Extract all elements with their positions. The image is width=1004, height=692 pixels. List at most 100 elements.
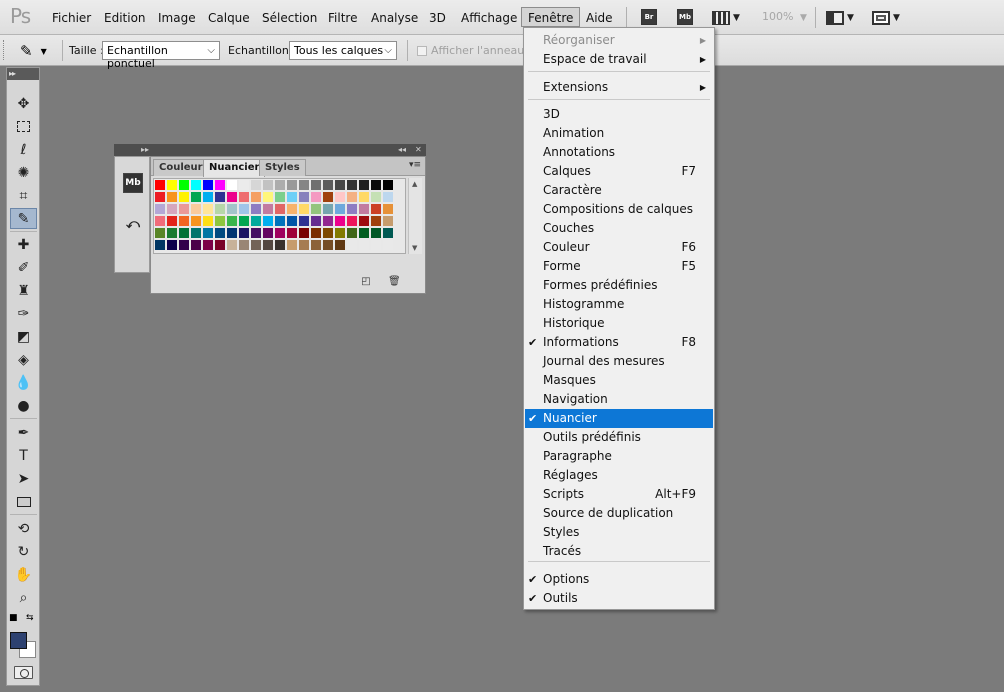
menu-item-reglages[interactable]: Réglages xyxy=(525,466,713,485)
color-swatch[interactable] xyxy=(287,216,298,227)
spot-healing-tool-icon[interactable]: ✚ xyxy=(10,234,37,255)
tool-preset-picker[interactable]: ✎ ▼ xyxy=(20,41,60,61)
color-swatch[interactable] xyxy=(275,240,286,251)
type-tool-icon[interactable]: T xyxy=(10,445,37,466)
color-swatch[interactable] xyxy=(191,180,202,191)
color-swatch[interactable] xyxy=(275,180,286,191)
move-tool-icon[interactable]: ✥ xyxy=(10,93,37,114)
color-swatch[interactable] xyxy=(155,192,166,203)
color-swatch[interactable] xyxy=(275,204,286,215)
color-swatch[interactable] xyxy=(311,240,322,251)
color-swatch[interactable] xyxy=(227,180,238,191)
menu-item-masques[interactable]: Masques xyxy=(525,371,713,390)
color-swatch[interactable] xyxy=(287,240,298,251)
menu-calque[interactable]: Calque xyxy=(202,8,256,28)
tab-couleur[interactable]: Couleur xyxy=(153,159,209,176)
menu-image[interactable]: Image xyxy=(152,8,202,28)
menu-item-calques[interactable]: Calques F7 xyxy=(525,162,713,181)
color-swatch[interactable] xyxy=(359,240,370,251)
color-swatch[interactable] xyxy=(323,240,334,251)
bridge-icon[interactable]: Br xyxy=(641,9,657,25)
color-swatch[interactable] xyxy=(191,204,202,215)
swatches-scrollbar[interactable]: ▲ ▼ xyxy=(408,178,422,254)
color-swatch[interactable] xyxy=(347,216,358,227)
brush-tool-icon[interactable]: ✐ xyxy=(10,257,37,278)
history-panel-icon[interactable]: ⤺ xyxy=(123,214,143,234)
color-swatch[interactable] xyxy=(155,216,166,227)
close-panel-icon[interactable]: ✕ xyxy=(415,144,422,156)
paint-bucket-tool-icon[interactable]: ◈ xyxy=(10,349,37,370)
color-swatch[interactable] xyxy=(155,204,166,215)
blur-tool-icon[interactable]: 💧 xyxy=(10,372,37,393)
color-swatch[interactable] xyxy=(347,192,358,203)
color-swatch[interactable] xyxy=(371,216,382,227)
color-swatch[interactable] xyxy=(251,240,262,251)
color-swatch[interactable] xyxy=(371,240,382,251)
menu-item-navigation[interactable]: Navigation xyxy=(525,390,713,409)
menu-item-paragraphe[interactable]: Paragraphe xyxy=(525,447,713,466)
clone-stamp-tool-icon[interactable]: ♜ xyxy=(10,280,37,301)
menu-selection[interactable]: Sélection xyxy=(256,8,323,28)
color-swatch[interactable] xyxy=(323,192,334,203)
color-swatch[interactable] xyxy=(323,204,334,215)
dodge-tool-icon[interactable]: ● xyxy=(10,395,37,416)
rectangle-tool-icon[interactable] xyxy=(10,491,37,512)
color-swatch[interactable] xyxy=(155,180,166,191)
menu-3d[interactable]: 3D xyxy=(423,8,452,28)
color-swatch[interactable] xyxy=(263,204,274,215)
color-swatch[interactable] xyxy=(323,228,334,239)
color-swatch[interactable] xyxy=(359,192,370,203)
tab-styles[interactable]: Styles xyxy=(259,159,306,176)
sample-select[interactable]: Tous les calques ⌵ xyxy=(289,41,397,60)
color-swatch[interactable] xyxy=(179,204,190,215)
color-swatch[interactable] xyxy=(191,240,202,251)
color-swatch[interactable] xyxy=(371,228,382,239)
panel-menu-icon[interactable]: ▾≡ xyxy=(409,160,421,170)
new-swatch-icon[interactable]: ◰ xyxy=(360,276,372,288)
menu-item-nuancier[interactable]: ✔ Nuancier xyxy=(525,409,713,428)
color-swatch[interactable] xyxy=(359,204,370,215)
color-swatch[interactable] xyxy=(227,192,238,203)
color-swatch[interactable] xyxy=(239,228,250,239)
menu-item-scripts[interactable]: Scripts Alt+F9 xyxy=(525,485,713,504)
color-swatch[interactable] xyxy=(275,192,286,203)
eyedropper-tool-icon[interactable]: ✎ xyxy=(10,208,37,229)
expand-panels-icon[interactable]: ▸▸ xyxy=(141,144,149,156)
menu-item-annotations[interactable]: Annotations xyxy=(525,143,713,162)
color-swatch[interactable] xyxy=(335,228,346,239)
color-swatch[interactable] xyxy=(203,216,214,227)
menu-item-couches[interactable]: Couches xyxy=(525,219,713,238)
color-swatch[interactable] xyxy=(179,180,190,191)
menu-item-couleur[interactable]: Couleur F6 xyxy=(525,238,713,257)
swap-colors-icon[interactable]: ⇆ xyxy=(26,613,34,623)
color-swatch[interactable] xyxy=(263,240,274,251)
menu-item-caractere[interactable]: Caractère xyxy=(525,181,713,200)
quick-selection-tool-icon[interactable]: ✺ xyxy=(10,162,37,183)
color-swatch[interactable] xyxy=(347,228,358,239)
color-swatch[interactable] xyxy=(383,228,394,239)
color-swatch[interactable] xyxy=(323,180,334,191)
color-swatch[interactable] xyxy=(263,192,274,203)
color-swatch[interactable] xyxy=(203,240,214,251)
color-swatch[interactable] xyxy=(239,192,250,203)
tab-nuancier[interactable]: Nuancier xyxy=(203,159,266,177)
panel-dock-titlebar[interactable]: ▸▸ ◂◂ ✕ xyxy=(114,144,426,156)
menu-filtre[interactable]: Filtre xyxy=(322,8,363,28)
color-swatch[interactable] xyxy=(383,216,394,227)
color-swatch[interactable] xyxy=(335,216,346,227)
color-swatch[interactable] xyxy=(239,216,250,227)
color-swatch[interactable] xyxy=(359,228,370,239)
menu-item-styles[interactable]: Styles xyxy=(525,523,713,542)
color-swatch[interactable] xyxy=(299,180,310,191)
hand-tool-icon[interactable]: ✋ xyxy=(10,564,37,585)
color-swatch[interactable] xyxy=(263,228,274,239)
color-swatch[interactable] xyxy=(359,216,370,227)
marquee-tool-icon[interactable] xyxy=(10,116,37,137)
zoom-chevron[interactable]: ▼ xyxy=(800,7,807,29)
color-swatch[interactable] xyxy=(167,180,178,191)
color-swatch[interactable] xyxy=(383,204,394,215)
sample-size-select[interactable]: Echantillon ponctuel ⌵ xyxy=(102,41,220,70)
3d-rotate-tool-icon[interactable]: ⟲ xyxy=(10,518,37,539)
color-swatch[interactable] xyxy=(323,216,334,227)
color-swatch[interactable] xyxy=(167,192,178,203)
